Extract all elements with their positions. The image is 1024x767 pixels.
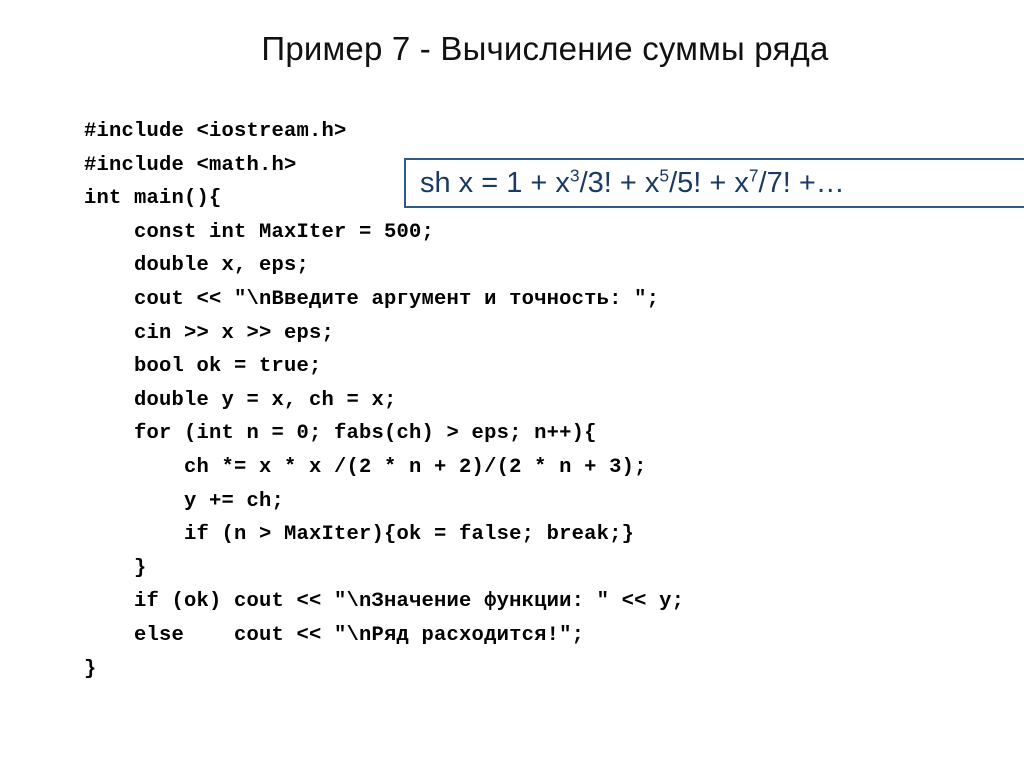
code-line: bool ok = true; [84, 355, 322, 379]
formula-callout-box: sh x = 1 + x3/3! + x5/5! + x7/7! +… [404, 158, 1024, 208]
code-line: } [84, 657, 97, 681]
code-line: else cout << "\nРяд расходится!"; [84, 623, 585, 647]
formula-exponent-7: 7 [748, 164, 759, 185]
code-line: cin >> x >> eps; [84, 321, 335, 345]
formula-mid-2: /5! + x [669, 166, 749, 199]
code-line: ch *= x * x /(2 * n + 2)/(2 * n + 3); [84, 455, 647, 479]
code-line: const int MaxIter = 500; [84, 220, 435, 244]
formula-text: sh x = 1 + x3/3! + x5/5! + x7/7! +… [406, 166, 845, 199]
code-line: double y = x, ch = x; [84, 388, 397, 412]
page-title: Пример 7 - Вычисление суммы ряда [261, 30, 829, 67]
formula-prefix: sh x = 1 + x [420, 166, 570, 199]
code-line: for (int n = 0; fabs(ch) > eps; n++){ [84, 422, 597, 446]
code-line: } [84, 556, 147, 580]
formula-exponent-5: 5 [659, 164, 670, 185]
formula-exponent-3: 3 [569, 164, 580, 185]
formula-mid-1: /3! + x [579, 166, 660, 199]
code-line: if (ok) cout << "\nЗначение функции: " <… [84, 590, 685, 614]
formula-suffix: /7! +… [758, 166, 845, 199]
slide-canvas: Пример 7 - Вычисление суммы ряда #includ… [0, 0, 1024, 767]
code-line: y += ch; [84, 489, 285, 513]
code-line: #include <iostream.h> [84, 120, 347, 143]
code-line: cout << "\nВведите аргумент и точность: … [84, 287, 660, 311]
code-line: if (n > MaxIter){ok = false; break;} [84, 523, 635, 547]
code-line: double x, eps; [84, 254, 310, 278]
